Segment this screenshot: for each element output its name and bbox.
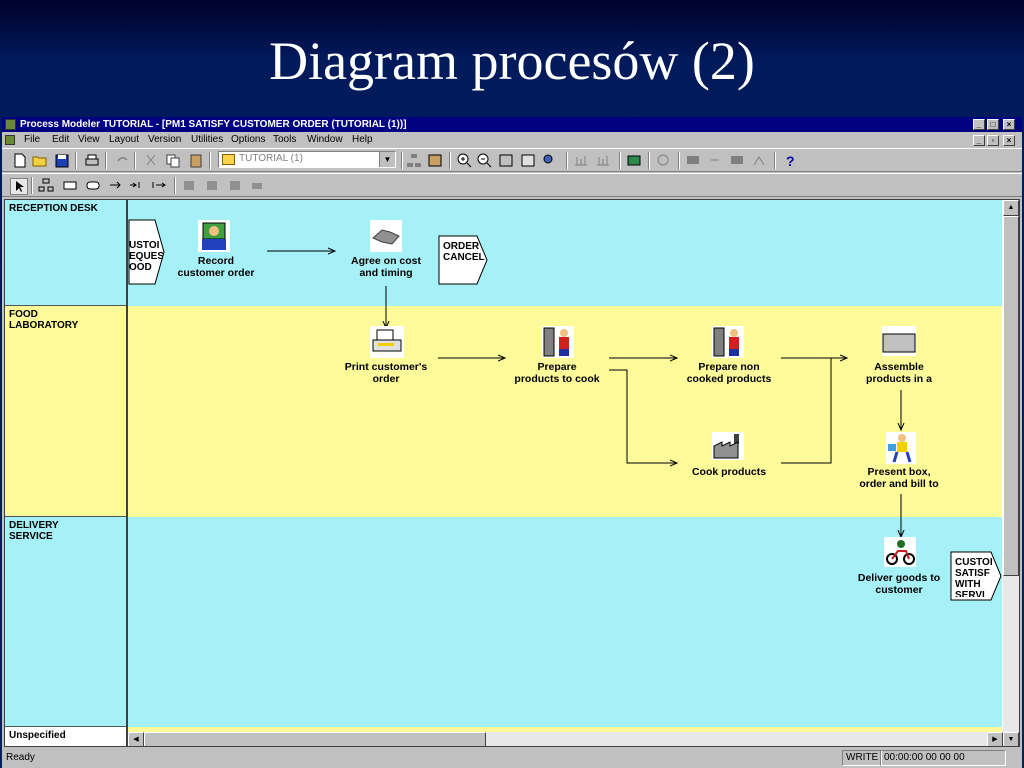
hierarchy-icon[interactable] [406, 153, 422, 168]
event-cancel-label[interactable]: ORDER CANCEL [443, 241, 485, 263]
document-icon[interactable] [5, 135, 15, 145]
properties-icon[interactable] [427, 153, 443, 168]
report-icon[interactable] [626, 153, 642, 168]
rectangle-icon[interactable] [62, 178, 78, 193]
print-icon[interactable] [84, 153, 100, 168]
horizontal-scroll-thumb[interactable] [144, 732, 486, 746]
scroll-up-button[interactable]: ▲ [1003, 200, 1019, 216]
link-tool-icon[interactable] [182, 178, 198, 193]
align-icon[interactable] [573, 153, 589, 168]
menu-version[interactable]: Version [148, 132, 181, 148]
menu-view[interactable]: View [78, 132, 100, 148]
copy-icon[interactable] [165, 153, 181, 168]
menu-file[interactable]: File [24, 132, 40, 148]
rounded-rectangle-icon[interactable] [85, 178, 101, 193]
window-title: Process Modeler TUTORIAL - [PM1 SATISFY … [20, 119, 407, 130]
link-tool-2-icon[interactable] [205, 178, 221, 193]
chevron-down-icon[interactable]: ▼ [379, 152, 395, 167]
window-titlebar[interactable]: Process Modeler TUTORIAL - [PM1 SATISFY … [2, 117, 1022, 132]
save-icon[interactable] [54, 153, 70, 168]
zoom-out-icon[interactable] [476, 153, 492, 168]
process-assemble[interactable]: Assemble products in a [847, 361, 951, 385]
scroll-right-button[interactable]: ▶ [987, 732, 1003, 746]
process-record-order[interactable]: Record customer order [158, 255, 274, 279]
new-icon[interactable] [12, 153, 28, 168]
menu-layout[interactable]: Layout [109, 132, 139, 148]
process-agree-cost[interactable]: Agree on cost and timing [331, 255, 441, 279]
refresh-icon[interactable] [655, 153, 671, 168]
factory-icon [712, 432, 744, 460]
status-mode: WRITE [842, 750, 883, 766]
help-icon[interactable]: ? [782, 153, 798, 168]
menu-utilities[interactable]: Utilities [191, 132, 223, 148]
zoom-page-icon[interactable] [520, 153, 536, 168]
menu-tools[interactable]: Tools [273, 132, 296, 148]
screen-icon[interactable] [685, 153, 701, 168]
horizontal-scrollbar[interactable]: ◀ ▶ ▼ [128, 732, 1019, 746]
select-arrow-icon[interactable] [10, 178, 28, 195]
standard-toolbar: TUTORIAL (1) ▼ ? [2, 148, 1022, 172]
menu-help[interactable]: Help [352, 132, 373, 148]
flow-out-icon[interactable] [151, 178, 167, 193]
menu-edit[interactable]: Edit [52, 132, 69, 148]
folder-icon [222, 154, 235, 165]
svg-text:?: ? [786, 153, 795, 168]
process-present-box[interactable]: Present box, order and bill to [843, 466, 955, 490]
paste-icon[interactable] [188, 153, 204, 168]
status-bar: Ready WRITE 00:00:00 00 00 00 [2, 749, 1022, 766]
doc-minimize-button[interactable]: _ [973, 135, 985, 146]
flow-in-icon[interactable] [129, 178, 145, 193]
monitor-icon[interactable] [729, 153, 745, 168]
status-time: 00:00:00 00 00 00 [880, 750, 1006, 766]
org-chart-icon[interactable] [38, 178, 54, 193]
drawing-toolbar [2, 173, 1022, 197]
cut-icon[interactable] [143, 153, 159, 168]
zoom-fit-icon[interactable] [498, 153, 514, 168]
scroll-left-button[interactable]: ◀ [128, 732, 144, 746]
process-diagram: RECEPTION DESK FOOD LABORATORY DELIVERY … [4, 199, 1020, 747]
open-icon[interactable] [32, 153, 48, 168]
worker-shelf-icon [542, 326, 574, 358]
status-text: Ready [6, 752, 35, 763]
find-icon[interactable] [542, 153, 558, 168]
maximize-button[interactable]: □ [987, 119, 999, 130]
link-tool-4-icon[interactable] [250, 178, 266, 193]
undo-icon[interactable] [114, 153, 130, 168]
slide-title: Diagram procesów (2) [269, 31, 755, 91]
close-button[interactable]: × [1003, 119, 1015, 130]
motorbike-icon [884, 537, 916, 567]
event-satisfied-label[interactable]: CUSTOI SATISF WITH SERVI [955, 557, 999, 597]
scroll-down-button[interactable]: ▼ [1003, 732, 1019, 746]
doc-close-button[interactable]: × [1003, 135, 1015, 146]
handshake-icon [370, 220, 402, 252]
distribute-icon[interactable] [595, 153, 611, 168]
person-icon [886, 432, 916, 464]
box-icon [882, 326, 916, 356]
app-window: Process Modeler TUTORIAL - [PM1 SATISFY … [2, 117, 1022, 768]
model-selector-value: TUTORIAL (1) [239, 153, 303, 164]
process-print-order[interactable]: Print customer's order [331, 361, 441, 385]
network-icon[interactable] [751, 153, 767, 168]
menu-bar: File Edit View Layout Version Utilities … [2, 132, 1022, 148]
link-tool-3-icon[interactable] [228, 178, 244, 193]
minimize-button[interactable]: _ [973, 119, 985, 130]
arrow-icon[interactable] [108, 178, 124, 193]
process-prepare-to-cook[interactable]: Prepare products to cook [499, 361, 615, 385]
model-selector[interactable]: TUTORIAL (1) ▼ [218, 151, 396, 168]
receptionist-icon [198, 220, 230, 252]
printer-icon [370, 326, 404, 358]
vertical-scroll-thumb[interactable] [1003, 216, 1019, 576]
doc-restore-button[interactable]: ▫ [987, 135, 999, 146]
vertical-scrollbar[interactable]: ▲ [1003, 200, 1019, 732]
worker-shelf-icon [712, 326, 744, 358]
process-deliver-goods[interactable]: Deliver goods to customer [843, 572, 955, 596]
menu-options[interactable]: Options [231, 132, 265, 148]
menu-window[interactable]: Window [307, 132, 343, 148]
app-icon[interactable] [5, 119, 16, 130]
process-cook[interactable]: Cook products [673, 466, 785, 478]
zoom-in-icon[interactable] [456, 153, 472, 168]
process-prepare-non-cooked[interactable]: Prepare non cooked products [673, 361, 785, 385]
pointer-icon[interactable] [707, 153, 723, 168]
